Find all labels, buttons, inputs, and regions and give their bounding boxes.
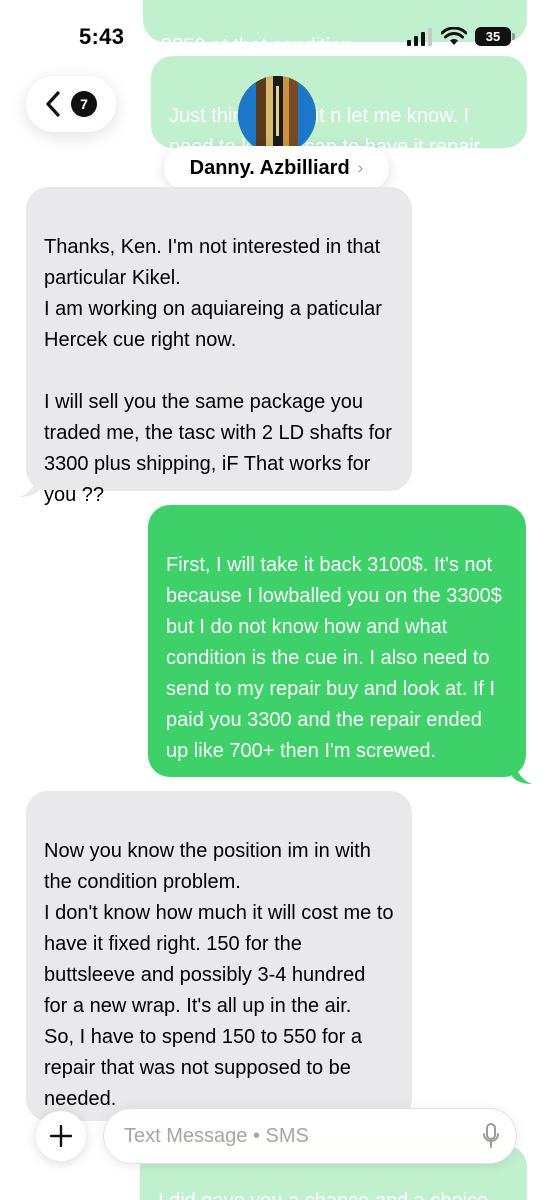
plus-icon (50, 1125, 72, 1147)
contact-name-button[interactable]: Danny. Azbilliard › (164, 146, 389, 190)
microphone-icon[interactable] (482, 1123, 500, 1149)
message-bubble-incoming[interactable]: Now you know the position im in with the… (26, 791, 412, 1121)
contact-avatar[interactable] (238, 76, 316, 154)
message-input[interactable]: Text Message • SMS (103, 1108, 517, 1164)
chevron-left-icon (46, 91, 60, 117)
status-time: 5:43 (79, 24, 125, 49)
bubble-tail (512, 762, 532, 784)
add-attachment-button[interactable] (36, 1111, 86, 1161)
message-text: Now you know the position im in with the… (44, 840, 394, 1110)
status-icons: 35 (407, 27, 515, 46)
message-text: 3850 at that condition. (161, 35, 358, 57)
battery-icon: 35 (475, 27, 515, 46)
unread-badge: 7 (71, 91, 97, 117)
avatar-photo (238, 76, 316, 154)
message-text: I did gave you a chance and a choice to … (158, 1190, 488, 1200)
battery-level: 35 (485, 29, 501, 44)
cellular-signal-icon (407, 27, 432, 46)
back-button[interactable]: 7 (26, 76, 116, 132)
wifi-icon (441, 27, 467, 45)
message-text: Thanks, Ken. I'm not interested in that … (44, 236, 392, 506)
message-bubble-outgoing[interactable]: Just think about it n let me know. I nee… (151, 56, 527, 158)
message-input-placeholder: Text Message • SMS (124, 1125, 309, 1147)
bubble-tail (20, 475, 40, 497)
chevron-right-icon: › (357, 158, 364, 177)
message-bubble-outgoing[interactable]: First, I will take it back 3100$. It's n… (148, 505, 526, 777)
message-text: First, I will take it back 3100$. It's n… (166, 554, 502, 762)
contact-name: Danny. Azbilliard (189, 156, 350, 179)
message-bubble-incoming[interactable]: Thanks, Ken. I'm not interested in that … (26, 187, 412, 506)
